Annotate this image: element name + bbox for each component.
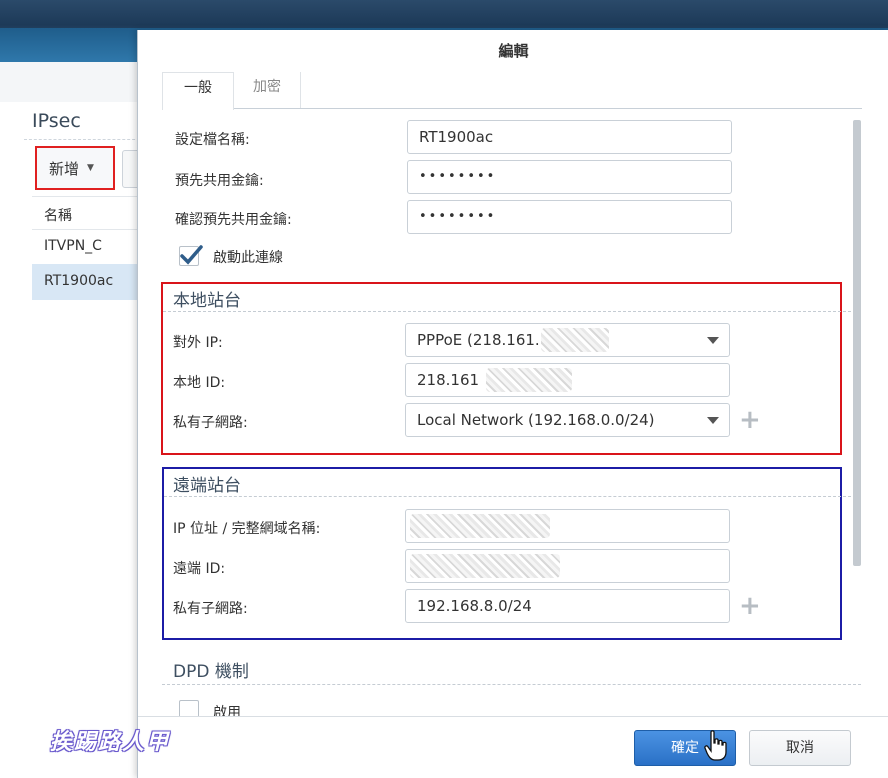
list-divider [32, 229, 140, 230]
psk-confirm-input[interactable]: •••••••• [407, 200, 732, 234]
profile-name-input[interactable]: RT1900ac [407, 120, 732, 154]
psk-input[interactable]: •••••••• [407, 160, 732, 194]
list-divider [32, 196, 140, 197]
add-subnet-plus-icon[interactable]: + [739, 593, 761, 619]
local-id-input[interactable]: 218.161 [405, 363, 730, 397]
ipsec-title: IPsec [32, 110, 81, 132]
dropdown-arrow-icon [707, 417, 719, 424]
title-divider [24, 139, 140, 140]
dropdown-arrow-icon [707, 337, 719, 344]
tab-encryption[interactable]: 加密 [234, 72, 301, 108]
dpd-enable-checkbox[interactable] [179, 700, 199, 716]
enable-connection-checkbox[interactable] [179, 245, 203, 266]
local-private-subnet-select[interactable]: Local Network (192.168.0.0/24) [405, 403, 730, 437]
checkmark-icon [180, 245, 203, 265]
column-header-name[interactable]: 名稱 [44, 205, 72, 225]
external-ip-label: 對外 IP: [173, 335, 223, 351]
external-ip-select[interactable]: PPPoE (218.161. [405, 323, 730, 357]
footer-divider [138, 716, 888, 717]
local-id-value: 218.161 [417, 371, 480, 389]
list-item-selected[interactable]: RT1900ac [32, 264, 140, 300]
local-private-subnet-label: 私有子網路: [173, 415, 248, 431]
remote-site-title: 遠端站台 [173, 476, 241, 496]
external-ip-value: PPPoE (218.161. [417, 331, 540, 349]
local-id-label: 本地 ID: [173, 375, 226, 391]
list-item-label: RT1900ac [44, 273, 114, 289]
scrollbar[interactable] [853, 120, 861, 580]
remote-id-input[interactable] [405, 549, 730, 583]
hand-cursor-icon [704, 730, 728, 766]
psk-label: 預先共用金鑰: [175, 173, 264, 189]
remote-ip-input[interactable] [405, 509, 730, 543]
local-site-title: 本地站台 [173, 291, 241, 311]
dpd-clip: 啟用 [138, 690, 888, 716]
tab-bar: 一般 加密 [162, 72, 862, 110]
redaction-blur [410, 554, 560, 578]
local-subnet-value: Local Network (192.168.0.0/24) [417, 411, 655, 429]
add-button[interactable]: 新增 ▼ [35, 146, 115, 190]
add-label: 新增 [49, 159, 80, 178]
section-divider [164, 496, 861, 497]
caret-down-icon: ▼ [87, 163, 94, 173]
dialog-title: 編輯 [498, 42, 529, 60]
remote-private-subnet-label: 私有子網路: [173, 601, 248, 617]
list-item[interactable]: ITVPN_C [44, 238, 102, 254]
add-subnet-plus-icon[interactable]: + [739, 407, 761, 433]
watermark-logo: 挨踢路人甲 [50, 729, 171, 755]
cancel-button[interactable]: 取消 [749, 730, 851, 766]
scrollbar-thumb[interactable] [853, 120, 861, 566]
remote-ip-label: IP 位址 / 完整網域名稱: [173, 521, 321, 537]
dpd-enable-label: 啟用 [213, 705, 241, 716]
dpd-title: DPD 機制 [173, 662, 249, 682]
profile-name-label: 設定檔名稱: [175, 132, 250, 148]
edit-dialog: 編輯 一般 加密 設定檔名稱: RT1900ac 預先共用金鑰: •••••••… [137, 30, 888, 778]
remote-private-subnet-input[interactable]: 192.168.8.0/24 [405, 589, 730, 623]
redaction-blur [486, 368, 572, 392]
enable-connection-label: 啟動此連線 [213, 250, 283, 266]
section-divider [162, 684, 861, 685]
remote-id-label: 遠端 ID: [173, 561, 226, 577]
section-divider [163, 311, 861, 312]
redaction-blur [410, 514, 550, 538]
psk-confirm-label: 確認預先共用金鑰: [175, 212, 292, 228]
redaction-blur [541, 328, 609, 352]
tab-general[interactable]: 一般 [162, 72, 234, 110]
